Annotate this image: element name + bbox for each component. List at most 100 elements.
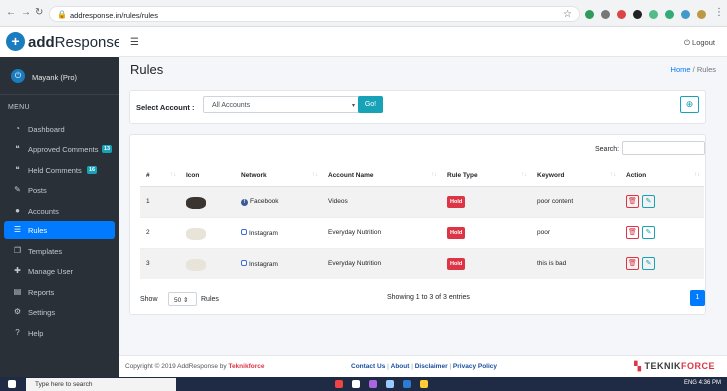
app-icon[interactable] <box>369 380 377 388</box>
table-row: 1 f Facebook Videos Hold poor content 🗑 ✎ <box>140 185 704 217</box>
brand-name: addResponse <box>28 34 123 51</box>
gear-icon: ⚙ <box>13 307 22 316</box>
breadcrumb-home[interactable]: Home <box>671 65 691 74</box>
address-bar[interactable]: 🔒 addresponse.in/rules/rules ☆ <box>49 6 580 22</box>
sidebar-item-templates[interactable]: ❐ Templates <box>4 242 115 260</box>
hold-badge: Hold <box>447 226 466 239</box>
account-name-cell: Everyday Nutrition <box>322 216 441 248</box>
sort-icon: ↑↓ <box>521 172 527 178</box>
rules-table: # ↑↓ Icon Network ↑↓ Account Name ↑↓ Rule T… <box>140 166 704 279</box>
page-size-select[interactable]: 50 ⇕ <box>168 292 197 306</box>
about-link[interactable]: About <box>391 363 410 370</box>
browser-menu-icon[interactable]: ⋮ <box>714 8 724 18</box>
column-header[interactable]: Action ↑↓ <box>620 166 704 187</box>
copyright-brand-link[interactable]: Teknikforce <box>228 363 264 370</box>
account-name-cell: Videos <box>322 185 441 217</box>
column-header[interactable]: Network ↑↓ <box>235 166 322 187</box>
account-name-cell: Everyday Nutrition <box>322 247 441 279</box>
go-button[interactable]: Go! <box>358 96 383 113</box>
sort-icon: ↑↓ <box>312 172 318 178</box>
sidebar-item-approved-comments[interactable]: ❝ Approved Comments 13 <box>4 140 115 158</box>
chrome-icon[interactable] <box>335 380 343 388</box>
network-cell: f Facebook <box>235 185 322 217</box>
lock-icon: 🔒 <box>57 10 67 19</box>
power-icon: ⏻ <box>11 69 25 83</box>
taskbar-search-input[interactable]: Type here to search <box>26 378 176 391</box>
file-explorer-icon[interactable] <box>352 380 360 388</box>
dashboard-icon: ◔ <box>15 124 20 133</box>
sidebar-item-rules[interactable]: ☰ Rules <box>4 221 115 239</box>
hold-badge: Hold <box>447 257 466 270</box>
app-icon[interactable] <box>420 380 428 388</box>
windows-start-icon[interactable] <box>8 380 16 388</box>
os-taskbar: Type here to search ENG 4:36 PM <box>0 377 727 391</box>
count-badge: 13 <box>102 145 113 153</box>
show-label: Show <box>140 296 158 303</box>
row-number: 1 <box>140 185 180 217</box>
column-header[interactable]: Icon <box>180 166 235 187</box>
contact-us-link[interactable]: Contact Us <box>351 363 385 370</box>
edit-icon[interactable]: ✎ <box>642 195 655 208</box>
table-info: Showing 1 to 3 of 3 entries <box>387 294 470 301</box>
user-panel[interactable]: ⏻ Mayank (Pro) <box>0 65 119 89</box>
browser-chrome: ← → ↻ 🔒 addresponse.in/rules/rules ☆ ⋮ <box>0 0 727 27</box>
column-header[interactable]: Rule Type ↑↓ <box>441 166 531 187</box>
post-thumbnail <box>186 258 206 271</box>
chart-icon: ▤ <box>13 287 22 296</box>
delete-icon[interactable]: 🗑 <box>626 257 639 271</box>
extension-icon[interactable] <box>649 10 658 19</box>
row-icon-cell <box>180 247 235 279</box>
sidebar-item-dashboard[interactable]: ◔ Dashboard <box>4 120 115 138</box>
rules-table-card: Search: # ↑↓ Icon Network ↑↓ Account Name ↑… <box>129 134 706 315</box>
sidebar-item-settings[interactable]: ⚙ Settings <box>4 303 115 321</box>
delete-icon[interactable]: 🗑 <box>626 195 639 208</box>
action-cell: 🗑 ✎ <box>620 216 704 248</box>
sidebar-item-held-comments[interactable]: ❝ Held Comments 16 <box>4 161 115 179</box>
app-icon[interactable] <box>386 380 394 388</box>
extension-icon[interactable] <box>633 10 642 19</box>
breadcrumb-current: Rules <box>696 65 716 74</box>
extension-icon[interactable] <box>617 10 626 19</box>
sidebar-item-posts[interactable]: ✎ Posts <box>4 181 115 199</box>
user-name: Mayank (Pro) <box>32 73 78 82</box>
account-select[interactable]: All Accounts ▾ <box>203 96 360 113</box>
instagram-icon <box>241 259 247 266</box>
sidebar-item-reports[interactable]: ▤ Reports <box>4 283 115 301</box>
sidebar-item-accounts[interactable]: ● Accounts <box>4 202 115 220</box>
privacy-policy-link[interactable]: Privacy Policy <box>453 363 497 370</box>
sidebar-item-help[interactable]: ? Help <box>4 324 115 342</box>
extension-icon[interactable] <box>665 10 674 19</box>
extension-icon[interactable] <box>681 10 690 19</box>
delete-icon[interactable]: 🗑 <box>626 226 639 239</box>
column-header[interactable]: Account Name ↑↓ <box>322 166 441 187</box>
address-url[interactable]: addresponse.in/rules/rules <box>70 11 158 20</box>
post-thumbnail <box>186 227 206 240</box>
edit-icon[interactable]: ✎ <box>642 257 655 271</box>
forward-icon[interactable]: → <box>21 8 31 18</box>
help-icon: ? <box>15 328 20 337</box>
hamburger-menu-icon[interactable]: ☰ <box>130 37 139 48</box>
profile-avatar[interactable] <box>697 10 706 19</box>
sidebar-item-manage-user[interactable]: ✚ Manage User <box>4 262 115 280</box>
column-header[interactable]: # ↑↓ <box>140 166 180 187</box>
top-navbar: ☰ ⏻ Logout <box>119 27 727 57</box>
keyword-cell: this is bad <box>531 247 620 279</box>
disclaimer-link[interactable]: Disclaimer <box>415 363 448 370</box>
extension-icon[interactable] <box>601 10 610 19</box>
pagination-page-1[interactable]: 1 <box>690 290 705 306</box>
logo[interactable]: + addResponse <box>0 27 123 57</box>
back-icon[interactable]: ← <box>6 8 16 18</box>
copyright: Copyright © 2019 AddResponse by Teknikfo… <box>125 363 265 370</box>
search-input[interactable] <box>622 141 705 155</box>
extension-icon[interactable] <box>585 10 594 19</box>
table-row: 2 Instagram Everyday Nutrition Hold poor… <box>140 216 704 248</box>
reload-icon[interactable]: ↻ <box>35 8 43 18</box>
column-header[interactable]: Keyword ↑↓ <box>531 166 620 187</box>
network-cell: Instagram <box>235 216 322 248</box>
logout-link[interactable]: ⏻ Logout <box>684 38 715 48</box>
bookmark-star-icon[interactable]: ☆ <box>563 9 572 20</box>
edit-icon[interactable]: ✎ <box>642 226 655 239</box>
add-rule-button[interactable]: ⊕ <box>680 96 699 113</box>
page-title: Rules <box>130 62 164 77</box>
vscode-icon[interactable] <box>403 380 411 388</box>
